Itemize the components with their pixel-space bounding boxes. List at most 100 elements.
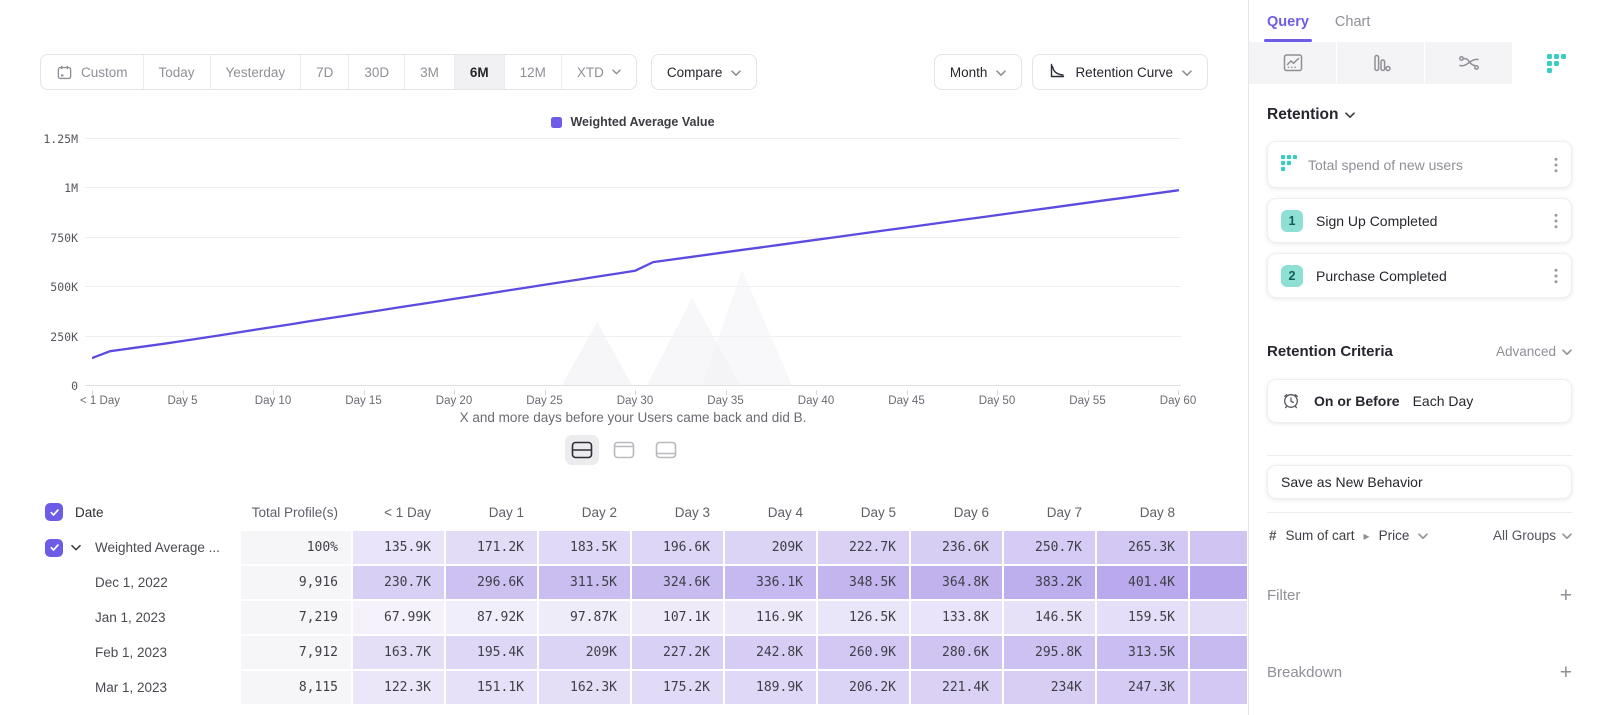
retention-value-cell[interactable]: 175.2K <box>631 670 724 705</box>
retention-value-cell[interactable]: 230.7K <box>352 565 445 600</box>
step-number-badge: 1 <box>1281 210 1303 232</box>
range-custom[interactable]: Custom <box>41 55 144 89</box>
table-row[interactable]: Dec 1, 2022 9,916230.7K296.6K311.5K324.6… <box>0 565 1248 600</box>
chart-style-button[interactable]: Retention Curve <box>1032 54 1208 90</box>
x-axis-label: Day 30 <box>617 395 653 407</box>
range-7d[interactable]: 7D <box>301 55 349 89</box>
retention-value-cell[interactable]: 364.8K <box>910 565 1003 600</box>
metric-sub-property[interactable]: Price <box>1379 528 1410 543</box>
kebab-menu-icon[interactable] <box>1554 157 1558 173</box>
retention-value-cell[interactable]: 171.2K <box>445 530 538 565</box>
retention-value-cell[interactable]: 162.3K <box>538 670 631 705</box>
retention-value-cell[interactable]: 116.9K <box>724 600 817 635</box>
add-filter-button[interactable]: + <box>1560 585 1572 606</box>
retention-value-cell[interactable]: 221.4K <box>910 670 1003 705</box>
retention-value-cell[interactable]: 163.7K <box>352 635 445 670</box>
retention-value-cell[interactable]: 234K <box>1003 670 1096 705</box>
retention-value-cell[interactable]: 159.5K <box>1096 600 1189 635</box>
compare-button[interactable]: Compare <box>651 54 758 90</box>
chart-type-flow-chart[interactable] <box>1425 42 1513 84</box>
retention-value-cell[interactable]: 348.5K <box>817 565 910 600</box>
retention-value-cell[interactable]: 222.7K <box>817 530 910 565</box>
row-checkbox[interactable] <box>45 539 63 557</box>
split-view-toggle[interactable] <box>565 435 599 465</box>
retention-value-cell[interactable]: 67.99K <box>352 600 445 635</box>
retention-value-cell[interactable]: 236.6K <box>910 530 1003 565</box>
date-range-selector: CustomTodayYesterday7D30D3M6M12MXTD <box>40 54 637 90</box>
metric-property[interactable]: Sum of cart <box>1286 528 1355 543</box>
table-row[interactable]: Mar 1, 2023 8,115122.3K151.1K162.3K175.2… <box>0 670 1248 705</box>
expand-caret-icon[interactable] <box>71 544 81 551</box>
measurement-dropdown[interactable]: Retention <box>1267 106 1572 124</box>
retention-value-cell[interactable]: 247.3K <box>1096 670 1189 705</box>
range-6m[interactable]: 6M <box>455 55 505 89</box>
retention-value-cell[interactable]: 227.2K <box>631 635 724 670</box>
range-12m[interactable]: 12M <box>505 55 562 89</box>
retention-value-cell[interactable]: 151.1K <box>445 670 538 705</box>
behavior-card[interactable]: Total spend of new users <box>1267 141 1572 188</box>
select-all-checkbox[interactable] <box>45 503 63 521</box>
criteria-card[interactable]: On or Before Each Day <box>1267 379 1572 423</box>
step-card-1[interactable]: 1 Sign Up Completed <box>1267 198 1572 243</box>
range-today[interactable]: Today <box>144 55 211 89</box>
table-view-toggle[interactable] <box>649 435 683 465</box>
retention-value-cell[interactable]: 146.5K <box>1003 600 1096 635</box>
kebab-menu-icon[interactable] <box>1554 268 1558 284</box>
group-dropdown[interactable]: All Groups <box>1493 528 1572 543</box>
retention-value-cell[interactable]: 383.2K <box>1003 565 1096 600</box>
save-behavior-button[interactable]: Save as New Behavior <box>1267 465 1572 499</box>
retention-value-cell[interactable]: 250.7K <box>1003 530 1096 565</box>
retention-value-cell[interactable]: 196.6K <box>631 530 724 565</box>
retention-value-cell[interactable]: 242.8K <box>724 635 817 670</box>
retention-value-cell[interactable]: 311.5K <box>538 565 631 600</box>
retention-value-cell[interactable]: 209K <box>724 530 817 565</box>
retention-value-cell[interactable]: 280.6K <box>910 635 1003 670</box>
advanced-dropdown[interactable]: Advanced <box>1496 344 1572 359</box>
chart-type-bar-chart[interactable] <box>1337 42 1425 84</box>
table-row[interactable]: Feb 1, 2023 7,912163.7K195.4K209K227.2K2… <box>0 635 1248 670</box>
tab-query[interactable]: Query <box>1267 14 1309 42</box>
retention-value-cell[interactable]: 265.3K <box>1096 530 1189 565</box>
range-xtd[interactable]: XTD <box>562 55 636 89</box>
column-header-partial <box>1189 494 1248 530</box>
retention-value-cell[interactable]: 183.5K <box>538 530 631 565</box>
x-axis-label: Day 40 <box>798 395 834 407</box>
range-yesterday[interactable]: Yesterday <box>211 55 302 89</box>
interval-button[interactable]: Month <box>934 54 1023 90</box>
table-row[interactable]: Jan 1, 2023 7,21967.99K87.92K97.87K107.1… <box>0 600 1248 635</box>
table-row[interactable]: Weighted Average ... 100%135.9K171.2K183… <box>0 530 1248 565</box>
range-3m[interactable]: 3M <box>405 55 455 89</box>
chart-view-toggle[interactable] <box>607 435 641 465</box>
retention-value-cell[interactable]: 97.87K <box>538 600 631 635</box>
weighted-average-line[interactable] <box>92 190 1178 358</box>
query-sections: Filter + Breakdown + <box>1267 585 1572 683</box>
retention-value-cell[interactable]: 126.5K <box>817 600 910 635</box>
chart-x-axis: < 1 Day Day 5 Day 10 Day 15 Day 20 Day 2… <box>0 390 1248 408</box>
add-breakdown-button[interactable]: + <box>1560 662 1572 683</box>
retention-line-chart[interactable] <box>92 130 1182 390</box>
retention-value-cell[interactable]: 324.6K <box>631 565 724 600</box>
retention-value-cell[interactable]: 189.9K <box>724 670 817 705</box>
retention-value-cell[interactable]: 295.8K <box>1003 635 1096 670</box>
retention-value-cell[interactable]: 296.6K <box>445 565 538 600</box>
retention-value-cell[interactable]: 135.9K <box>352 530 445 565</box>
retention-value-cell[interactable]: 195.4K <box>445 635 538 670</box>
step-card-2[interactable]: 2 Purchase Completed <box>1267 253 1572 298</box>
chart-type-line-chart[interactable] <box>1249 42 1337 84</box>
retention-value-cell[interactable]: 401.4K <box>1096 565 1189 600</box>
table-header-row: Date Total Profile(s)< 1 DayDay 1Day 2Da… <box>0 494 1248 530</box>
retention-value-cell[interactable]: 260.9K <box>817 635 910 670</box>
retention-value-cell[interactable]: 87.92K <box>445 600 538 635</box>
retention-value-cell[interactable]: 206.2K <box>817 670 910 705</box>
chart-type-retention[interactable] <box>1513 42 1600 84</box>
retention-value-cell[interactable]: 107.1K <box>631 600 724 635</box>
retention-value-cell[interactable]: 336.1K <box>724 565 817 600</box>
range-30d[interactable]: 30D <box>349 55 405 89</box>
measurement-label: Retention <box>1267 106 1338 124</box>
retention-value-cell[interactable]: 313.5K <box>1096 635 1189 670</box>
retention-value-cell[interactable]: 209K <box>538 635 631 670</box>
kebab-menu-icon[interactable] <box>1554 213 1558 229</box>
retention-value-cell[interactable]: 122.3K <box>352 670 445 705</box>
tab-chart[interactable]: Chart <box>1335 14 1370 42</box>
retention-value-cell[interactable]: 133.8K <box>910 600 1003 635</box>
